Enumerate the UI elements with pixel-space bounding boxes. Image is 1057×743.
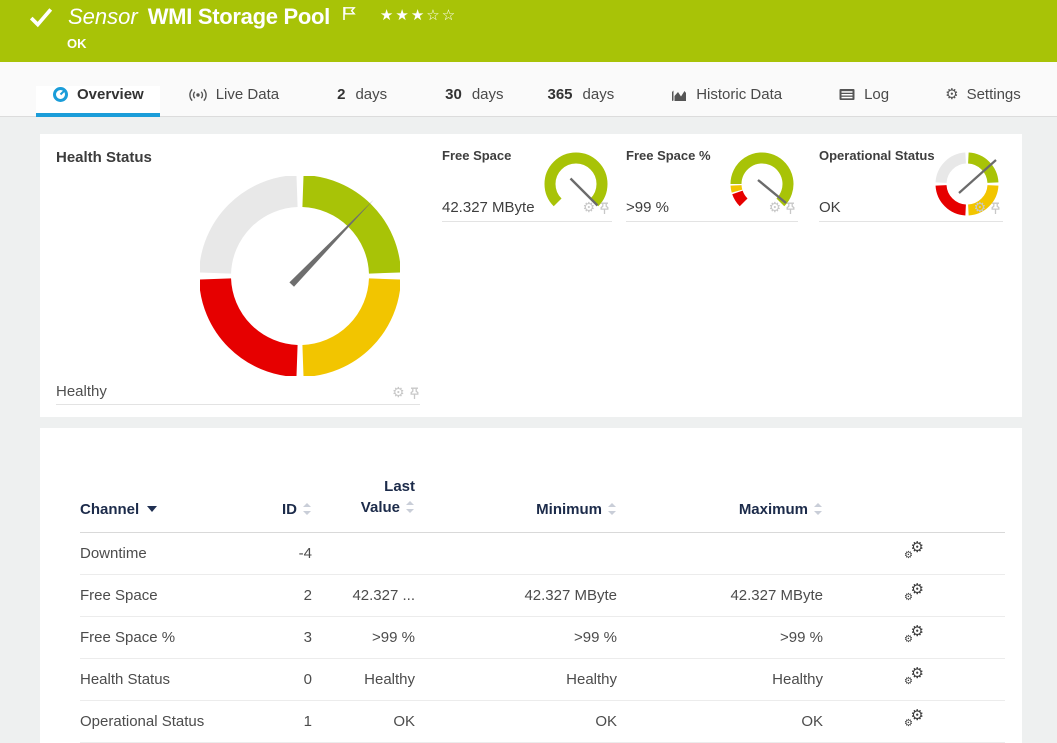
column-header-maximum[interactable]: Maximum	[617, 428, 823, 533]
sensor-header: Sensor WMI Storage Pool ★★★☆☆ OK	[0, 0, 1057, 62]
channel-settings-gears-icon[interactable]: ⚙ ⚙	[904, 624, 924, 645]
tabs: Overview Live Data 2 days 30 days 365 da…	[0, 62, 1057, 117]
table-row: Free Space % 3 >99 % >99 % >99 % ⚙ ⚙	[80, 616, 1005, 659]
column-header-minimum[interactable]: Minimum	[415, 428, 617, 533]
gear-icon: ⚙	[945, 85, 959, 103]
tab-30-days[interactable]: 30 days	[429, 86, 519, 116]
channel-maximum: >99 %	[617, 616, 823, 659]
health-status-value: Healthy	[56, 383, 107, 400]
area-chart-icon	[672, 90, 687, 101]
channel-id: 1	[270, 700, 312, 743]
pin-icon[interactable]	[599, 202, 610, 215]
channel-maximum: Healthy	[617, 658, 823, 701]
channel-minimum	[415, 532, 617, 575]
health-gauge-actions: ⚙	[392, 386, 420, 400]
channel-id: 3	[270, 616, 312, 659]
object-type-label: Sensor	[68, 4, 138, 29]
channel-id: -4	[270, 532, 312, 575]
channel-minimum: OK	[415, 700, 617, 743]
channel-last-value: >99 %	[312, 616, 415, 659]
mini-gauge-actions: ⚙	[582, 201, 610, 215]
column-header-actions	[823, 428, 1005, 533]
table-row: Health Status 0 Healthy Healthy Healthy …	[80, 658, 1005, 701]
tab-settings[interactable]: ⚙ Settings	[929, 85, 1037, 116]
channel-id: 2	[270, 574, 312, 617]
divider	[56, 404, 420, 405]
sensor-status-badge: OK	[67, 36, 87, 51]
channel-settings-gears-icon[interactable]: ⚙ ⚙	[904, 666, 924, 687]
column-header-channel[interactable]: Channel	[80, 428, 270, 533]
table-row: Free Space 2 42.327 ... 42.327 MByte 42.…	[80, 574, 1005, 617]
channel-name: Free Space %	[80, 616, 270, 659]
channel-last-value: 42.327 ...	[312, 574, 415, 617]
health-status-gauge	[200, 176, 400, 376]
gauge-settings-gear-icon[interactable]: ⚙	[582, 201, 595, 215]
gauge-settings-gear-icon[interactable]: ⚙	[973, 201, 986, 215]
tab-overview[interactable]: Overview	[36, 86, 160, 117]
tab-live-data[interactable]: Live Data	[172, 86, 295, 116]
mini-gauge-actions: ⚙	[768, 201, 796, 215]
mini-gauge-actions: ⚙	[973, 201, 1001, 215]
mini-gauge-operational-status: Operational Status OK ⚙	[819, 142, 1003, 222]
channel-name: Health Status	[80, 658, 270, 701]
channel-id: 0	[270, 658, 312, 701]
channel-minimum: >99 %	[415, 616, 617, 659]
mini-gauge-value: >99 %	[626, 199, 669, 216]
health-status-title: Health Status	[56, 149, 152, 166]
pin-icon[interactable]	[409, 387, 420, 400]
channel-settings-gears-icon[interactable]: ⚙ ⚙	[904, 708, 924, 729]
tab-log[interactable]: Log	[822, 86, 905, 116]
channel-name: Downtime	[80, 532, 270, 575]
gauge-settings-gear-icon[interactable]: ⚙	[392, 386, 405, 400]
sort-desc-icon	[147, 505, 158, 512]
channel-maximum	[617, 532, 823, 575]
channel-name: Free Space	[80, 574, 270, 617]
overview-gauges-panel: Health Status Healthy ⚙ Free Space 42.32…	[40, 134, 1022, 417]
priority-stars[interactable]: ★★★☆☆	[380, 6, 457, 24]
column-header-last-value[interactable]: Last Value	[312, 428, 415, 533]
tab-bar: Overview Live Data 2 days 30 days 365 da…	[0, 62, 1057, 117]
channels-panel: Channel ID Last Value Minimum Maximum Do…	[40, 428, 1022, 743]
column-header-id[interactable]: ID	[270, 428, 312, 533]
pin-icon[interactable]	[990, 202, 1001, 215]
tab-365-days[interactable]: 365 days	[532, 86, 631, 116]
sensor-title-row: Sensor WMI Storage Pool ★★★☆☆	[28, 4, 457, 30]
mini-gauge-value: 42.327 MByte	[442, 199, 535, 216]
channel-last-value	[312, 532, 415, 575]
table-row: Operational Status 1 OK OK OK ⚙ ⚙	[80, 700, 1005, 743]
tab-2-days[interactable]: 2 days	[321, 86, 403, 116]
mini-gauge-title: Operational Status	[819, 148, 935, 163]
sort-icon	[303, 502, 312, 515]
mini-gauge-title: Free Space	[442, 148, 512, 163]
table-row: Downtime -4 ⚙ ⚙	[80, 532, 1005, 575]
broadcast-icon	[188, 88, 207, 101]
channel-last-value: Healthy	[312, 658, 415, 701]
mini-gauge-free-space: Free Space 42.327 MByte ⚙	[442, 142, 612, 222]
log-icon	[839, 89, 855, 100]
priority-flag-icon[interactable]	[342, 6, 356, 21]
mini-gauge-free-space-pct: Free Space % >99 % ⚙	[626, 142, 798, 222]
channel-maximum: OK	[617, 700, 823, 743]
channel-minimum: 42.327 MByte	[415, 574, 617, 617]
tab-historic-data[interactable]: Historic Data	[654, 86, 798, 116]
sort-icon	[814, 502, 823, 515]
mini-gauge-title: Free Space %	[626, 148, 711, 163]
channels-table: Channel ID Last Value Minimum Maximum Do…	[80, 428, 1005, 743]
channel-maximum: 42.327 MByte	[617, 574, 823, 617]
gauge-settings-gear-icon[interactable]: ⚙	[768, 201, 781, 215]
channel-last-value: OK	[312, 700, 415, 743]
channel-name: Operational Status	[80, 700, 270, 743]
table-header-row: Channel ID Last Value Minimum Maximum	[80, 428, 1005, 533]
sort-icon	[406, 500, 415, 513]
gauge-icon	[53, 87, 68, 102]
sensor-name: WMI Storage Pool	[147, 4, 331, 29]
pin-icon[interactable]	[785, 202, 796, 215]
sensor-page: Sensor WMI Storage Pool ★★★☆☆ OK Overvie…	[0, 0, 1057, 743]
status-check-icon	[29, 8, 53, 28]
mini-gauge-value: OK	[819, 199, 841, 216]
channel-minimum: Healthy	[415, 658, 617, 701]
sort-icon	[608, 502, 617, 515]
channel-settings-gears-icon[interactable]: ⚙ ⚙	[904, 582, 924, 603]
channel-settings-gears-icon[interactable]: ⚙ ⚙	[904, 540, 924, 561]
